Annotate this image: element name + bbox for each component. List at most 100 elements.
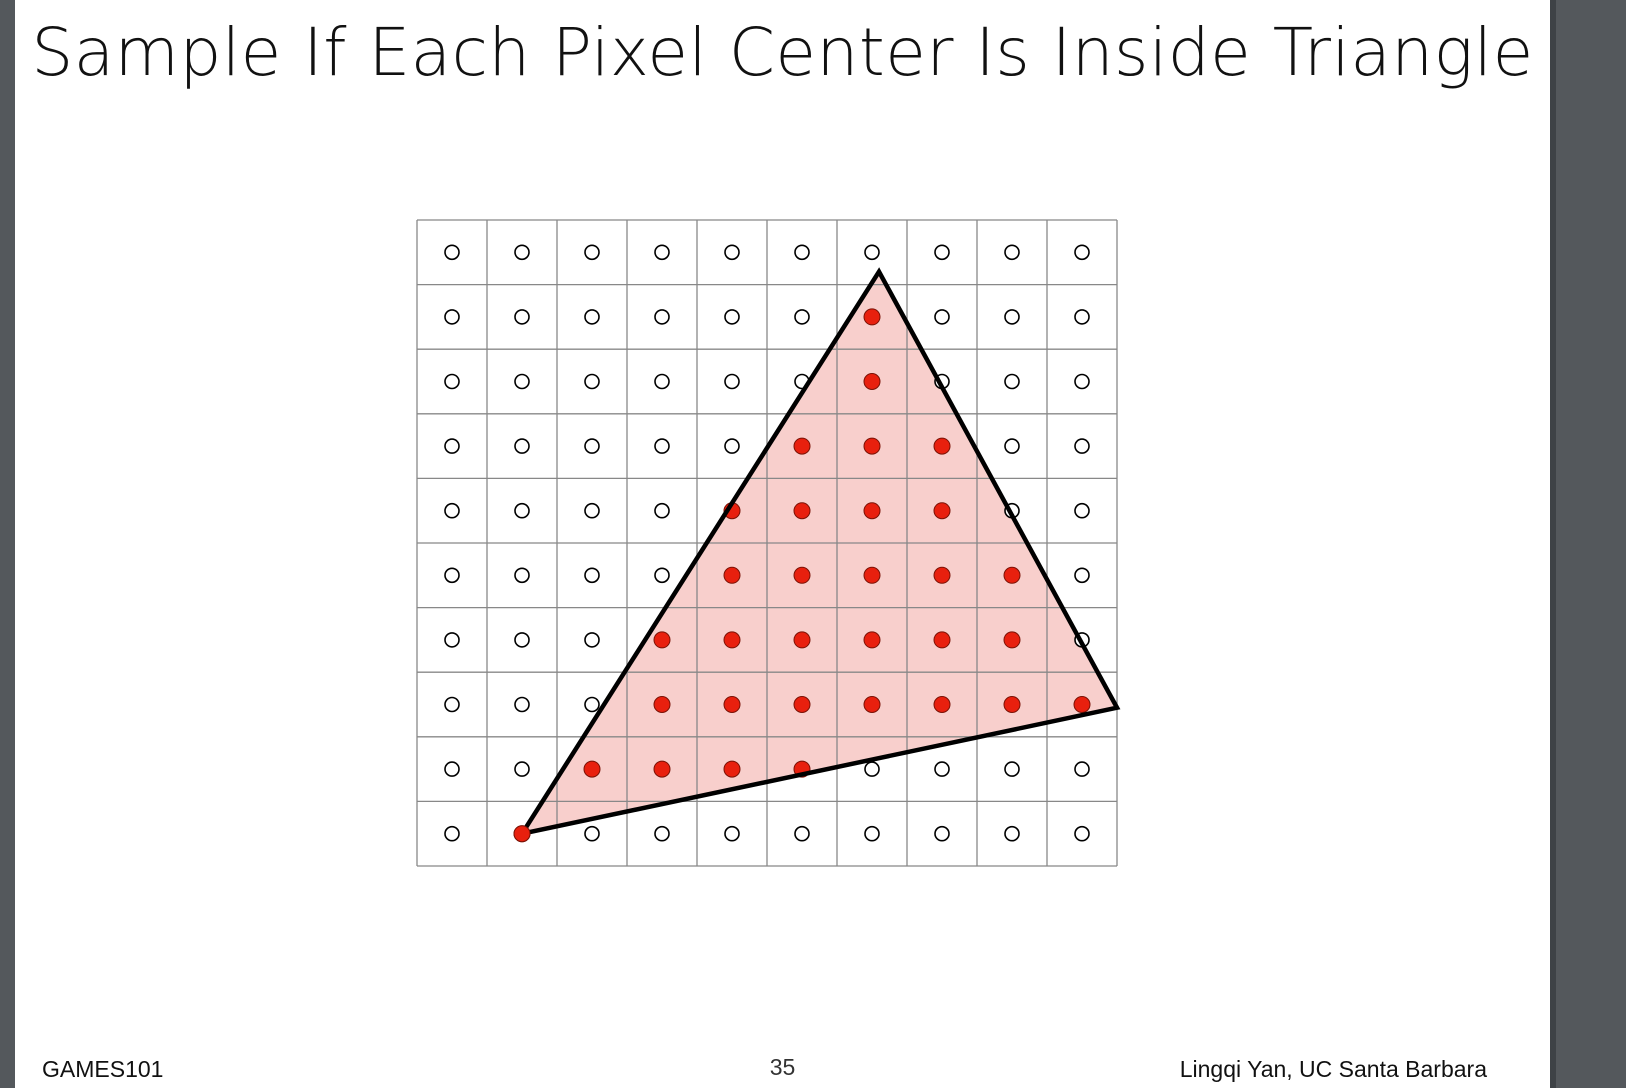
inside-sample-point	[793, 502, 811, 520]
outside-sample-point	[1074, 825, 1090, 842]
outside-sample-point	[1004, 438, 1020, 454]
outside-sample-point	[514, 761, 530, 777]
outside-sample-point	[514, 502, 530, 519]
inside-sample-point	[1073, 696, 1091, 713]
outside-sample-point	[444, 825, 460, 842]
outside-sample-point	[514, 373, 530, 390]
inside-sample-point	[863, 373, 881, 390]
outside-sample-point	[654, 502, 670, 519]
outside-sample-point	[584, 632, 600, 648]
inside-sample-point	[653, 696, 671, 713]
outside-sample-point	[1004, 309, 1020, 325]
outside-sample-point	[444, 244, 460, 261]
outside-sample-point	[444, 502, 460, 519]
inside-sample-point	[933, 566, 951, 584]
inside-sample-point	[793, 566, 811, 584]
outside-sample-point	[654, 244, 670, 261]
outside-sample-point	[1074, 567, 1090, 584]
outside-sample-point	[584, 825, 600, 842]
outside-sample-point	[864, 825, 880, 842]
outside-sample-point	[444, 696, 460, 713]
inside-sample-point	[1003, 566, 1021, 584]
inside-sample-point	[863, 502, 881, 520]
outside-sample-point	[584, 696, 600, 713]
inside-sample-point	[793, 437, 811, 455]
pdf-viewer: Sample If Each Pixel Center Is Inside Tr…	[0, 0, 1626, 1088]
inside-sample-point	[793, 696, 811, 713]
outside-sample-point	[584, 438, 600, 454]
outside-sample-point	[444, 438, 460, 454]
outside-sample-point	[724, 825, 740, 842]
inside-sample-point	[863, 437, 881, 455]
inside-sample-point	[1003, 696, 1021, 713]
inside-sample-point	[723, 760, 741, 778]
outside-sample-point	[654, 567, 670, 584]
inside-sample-point	[863, 631, 881, 649]
outside-sample-point	[654, 309, 670, 325]
outside-sample-point	[444, 632, 460, 648]
inside-sample-point	[793, 631, 811, 649]
inside-sample-point	[933, 631, 951, 649]
inside-sample-point	[723, 696, 741, 713]
inside-sample-point	[863, 696, 881, 713]
outside-sample-point	[444, 309, 460, 325]
outside-sample-point	[514, 696, 530, 713]
outside-sample-point	[794, 309, 810, 325]
inside-sample-point	[933, 437, 951, 455]
outside-sample-point	[584, 373, 600, 390]
outside-sample-point	[724, 309, 740, 325]
outside-sample-point	[654, 825, 670, 842]
outside-sample-point	[444, 567, 460, 584]
outside-sample-point	[724, 438, 740, 454]
outside-sample-point	[444, 373, 460, 390]
outside-sample-point	[934, 825, 950, 842]
outside-sample-point	[934, 761, 950, 777]
outside-sample-point	[724, 244, 740, 261]
inside-sample-point	[583, 760, 601, 778]
outside-sample-point	[1004, 244, 1020, 261]
slide-title: Sample If Each Pixel Center Is Inside Tr…	[31, 14, 1534, 91]
outside-sample-point	[1074, 309, 1090, 325]
inside-sample-point	[863, 308, 881, 326]
outside-sample-point	[1004, 373, 1020, 390]
outside-sample-point	[514, 309, 530, 325]
outside-sample-point	[1074, 373, 1090, 390]
outside-sample-point	[864, 761, 880, 777]
outside-sample-point	[1074, 438, 1090, 454]
inside-sample-point	[933, 502, 951, 520]
outside-sample-point	[514, 567, 530, 584]
inside-sample-point	[653, 631, 671, 649]
outside-sample-point	[584, 502, 600, 519]
outside-sample-point	[444, 761, 460, 777]
outside-sample-point	[934, 309, 950, 325]
outside-sample-point	[584, 244, 600, 261]
outside-sample-point	[864, 244, 880, 261]
inside-sample-point	[723, 566, 741, 584]
inside-sample-point	[1003, 631, 1021, 649]
outside-sample-point	[1004, 761, 1020, 777]
outside-sample-point	[654, 438, 670, 454]
inside-sample-point	[723, 631, 741, 649]
outside-sample-point	[724, 373, 740, 390]
outside-sample-point	[1004, 825, 1020, 842]
page-edge-shadow	[1550, 0, 1556, 1088]
outside-sample-point	[584, 567, 600, 584]
inside-sample-point	[863, 566, 881, 584]
outside-sample-point	[1074, 761, 1090, 777]
outside-sample-point	[514, 244, 530, 261]
vertex-sample-point	[513, 825, 531, 843]
outside-sample-point	[654, 373, 670, 390]
footer-author: Lingqi Yan, UC Santa Barbara	[1179, 1056, 1487, 1082]
outside-sample-point	[514, 438, 530, 454]
outside-sample-point	[1074, 502, 1090, 519]
outside-sample-point	[794, 825, 810, 842]
outside-sample-point	[794, 244, 810, 261]
slide-page: Sample If Each Pixel Center Is Inside Tr…	[15, 0, 1550, 1088]
rasterization-figure	[416, 219, 1121, 867]
outside-sample-point	[1074, 244, 1090, 261]
outside-sample-point	[514, 632, 530, 648]
outside-sample-point	[584, 309, 600, 325]
inside-sample-point	[653, 760, 671, 778]
inside-sample-point	[933, 696, 951, 713]
outside-sample-point	[934, 244, 950, 261]
